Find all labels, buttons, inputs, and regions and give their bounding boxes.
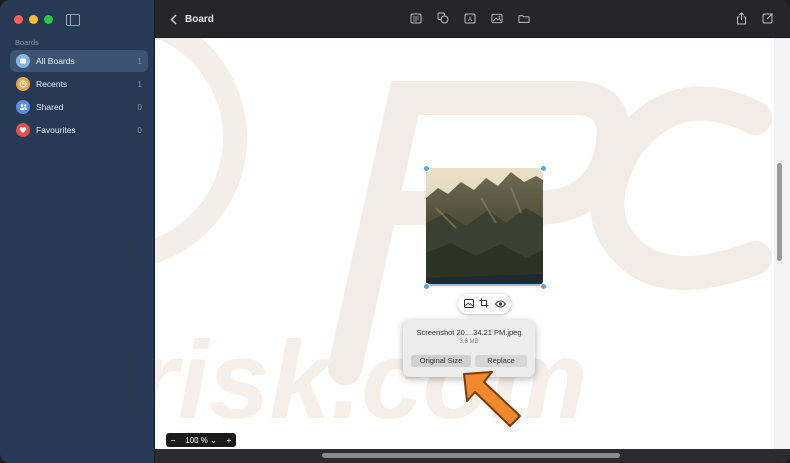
media-icon[interactable] <box>491 12 503 24</box>
svg-text:A: A <box>468 17 472 23</box>
file-size: 3,6 MB <box>459 339 479 345</box>
zoom-level[interactable]: 100 % ⌄ <box>180 436 222 445</box>
crop-icon[interactable] <box>479 295 489 313</box>
shapes-icon[interactable] <box>437 12 449 24</box>
eye-icon[interactable] <box>494 295 506 313</box>
folder-icon[interactable] <box>518 12 530 24</box>
app-window: Boards All Boards 1 Recents 1 Shared 0 F… <box>0 0 790 463</box>
close-window-button[interactable] <box>14 15 23 24</box>
chevron-down-icon: ⌄ <box>210 435 217 445</box>
image-toolstrip <box>458 294 511 314</box>
sidebar-item-label: Recents <box>36 79 68 89</box>
sidebar-toggle-icon[interactable] <box>66 14 80 26</box>
people-icon <box>16 100 30 114</box>
window-controls <box>14 15 53 24</box>
sidebar-item-recents[interactable]: Recents 1 <box>10 73 148 95</box>
resize-handle[interactable] <box>540 165 547 172</box>
zoom-out-button[interactable]: − <box>166 436 180 445</box>
sidebar-item-label: All Boards <box>36 56 75 66</box>
resize-handle[interactable] <box>423 283 430 290</box>
arrow-pointer-icon <box>463 371 521 427</box>
original-size-button[interactable]: Original Size <box>411 355 471 367</box>
page-title: Board <box>185 14 214 25</box>
horizontal-scrollbar[interactable] <box>322 453 620 458</box>
resize-handle[interactable] <box>423 165 430 172</box>
boards-icon <box>16 54 30 68</box>
edit-icon[interactable] <box>762 12 774 24</box>
sidebar-item-count: 1 <box>137 56 142 66</box>
mountain-photo <box>426 168 543 286</box>
resize-handle[interactable] <box>540 283 547 290</box>
chevron-left-icon <box>169 13 177 25</box>
sidebar: Boards All Boards 1 Recents 1 Shared 0 F… <box>0 0 155 463</box>
zoom-window-button[interactable] <box>44 15 53 24</box>
vertical-scrollbar[interactable] <box>777 163 782 261</box>
insert-tools: A <box>410 12 530 24</box>
board-canvas[interactable]: risk.com Screenshot 20....34.21 PM.jpeg … <box>155 38 774 449</box>
sidebar-section-label: Boards <box>15 38 39 47</box>
clock-icon <box>16 77 30 91</box>
zoom-value: 100 % <box>185 435 208 445</box>
sidebar-item-label: Favourites <box>36 125 76 135</box>
selected-image[interactable] <box>423 165 547 290</box>
sidebar-item-count: 0 <box>137 125 142 135</box>
zoom-control: − 100 % ⌄ + <box>166 433 236 447</box>
sidebar-item-all-boards[interactable]: All Boards 1 <box>10 50 148 72</box>
sidebar-item-label: Shared <box>36 102 64 112</box>
zoom-in-button[interactable]: + <box>222 436 236 445</box>
selection-bar <box>426 284 543 286</box>
sidebar-item-favourites[interactable]: Favourites 0 <box>10 119 148 141</box>
file-name: Screenshot 20....34.21 PM.jpeg <box>416 328 522 337</box>
toolbar: Board A <box>155 0 790 38</box>
back-button[interactable] <box>167 12 179 26</box>
image-icon[interactable] <box>463 295 474 313</box>
sidebar-item-count: 0 <box>137 102 142 112</box>
note-icon[interactable] <box>410 12 422 24</box>
sidebar-item-shared[interactable]: Shared 0 <box>10 96 148 118</box>
sidebar-nav: All Boards 1 Recents 1 Shared 0 Favourit… <box>10 50 148 142</box>
share-icon[interactable] <box>735 11 747 24</box>
sidebar-item-count: 1 <box>137 79 142 89</box>
minimize-window-button[interactable] <box>29 15 38 24</box>
replace-button[interactable]: Replace <box>475 355 527 367</box>
heart-icon <box>16 123 30 137</box>
text-box-icon[interactable]: A <box>464 12 476 24</box>
toolbar-right <box>735 11 774 24</box>
